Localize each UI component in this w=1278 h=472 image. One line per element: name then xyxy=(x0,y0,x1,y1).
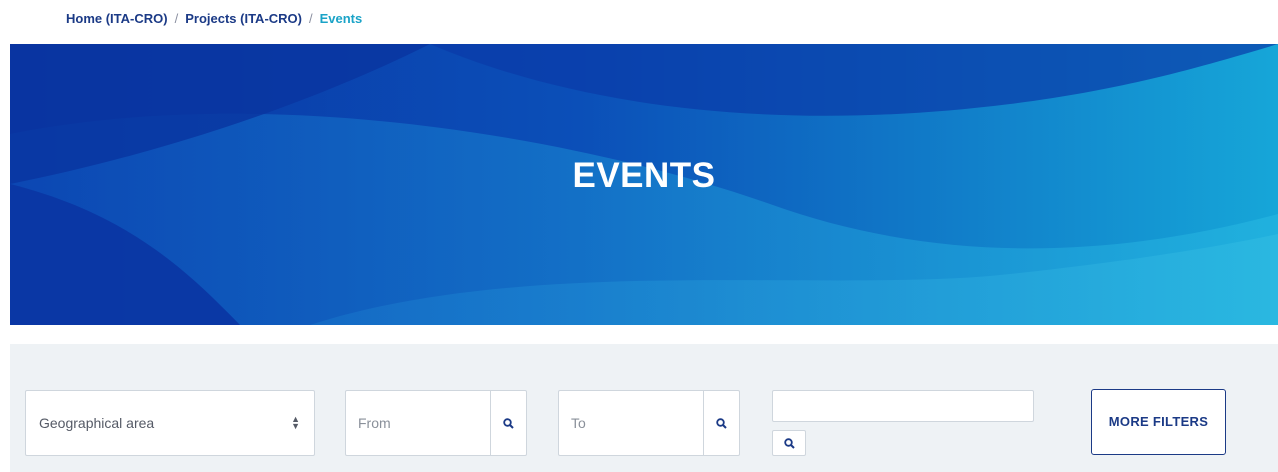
search-icon xyxy=(784,438,795,449)
breadcrumb-separator: / xyxy=(174,11,179,26)
to-date-field[interactable]: To xyxy=(558,390,740,456)
geographical-area-select[interactable]: Geographical area ▲ ▼ xyxy=(25,390,315,456)
more-filters-button[interactable]: MORE FILTERS xyxy=(1091,389,1226,455)
from-date-field[interactable]: From xyxy=(345,390,527,456)
search-icon xyxy=(716,418,727,429)
to-date-placeholder: To xyxy=(571,415,586,431)
breadcrumb-separator: / xyxy=(308,11,313,26)
page: Home (ITA-CRO) / Projects (ITA-CRO) / Events xyxy=(0,0,1278,472)
from-date-search-button[interactable] xyxy=(490,391,526,455)
breadcrumb-home-link[interactable]: Home (ITA-CRO) xyxy=(66,11,168,26)
geographical-area-selected-value: Geographical area xyxy=(39,415,155,431)
hero-banner: EVENTS xyxy=(10,44,1278,325)
page-title: EVENTS xyxy=(572,156,716,195)
sort-arrows-icon: ▲ ▼ xyxy=(291,414,300,431)
filter-bar: Geographical area ▲ ▼ From To MORE FILTE… xyxy=(10,344,1278,472)
from-date-placeholder: From xyxy=(358,415,391,431)
keyword-search-input[interactable] xyxy=(772,390,1034,422)
breadcrumb: Home (ITA-CRO) / Projects (ITA-CRO) / Events xyxy=(66,11,362,26)
breadcrumb-current: Events xyxy=(319,11,363,26)
keyword-search-button[interactable] xyxy=(772,430,806,456)
search-icon xyxy=(503,418,514,429)
breadcrumb-projects-link[interactable]: Projects (ITA-CRO) xyxy=(185,11,302,26)
to-date-search-button[interactable] xyxy=(703,391,739,455)
